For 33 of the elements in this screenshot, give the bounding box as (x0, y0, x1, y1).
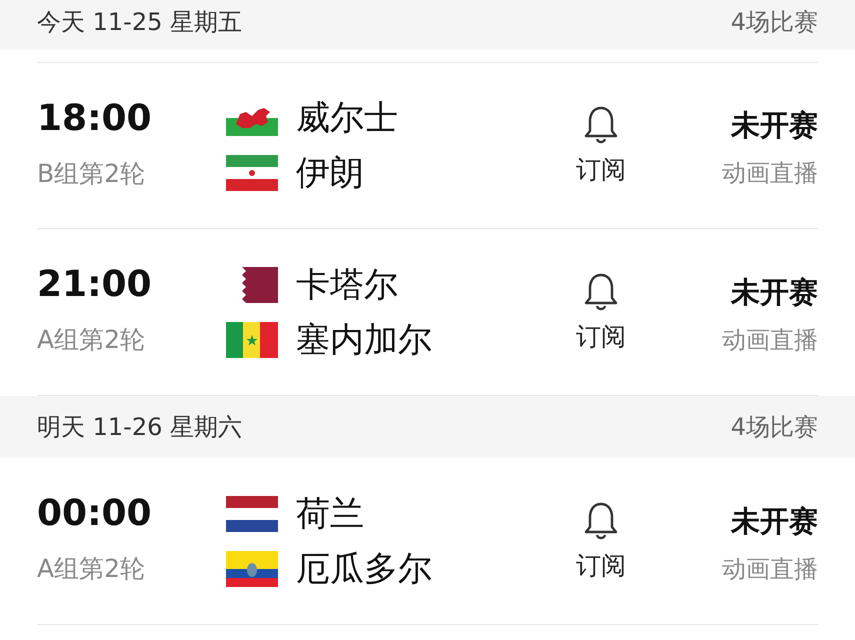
match-status: 未开赛 (731, 502, 818, 540)
day-title: 今天 11-25 星期五 (37, 7, 242, 38)
broadcast-link[interactable]: 动画直播 (722, 548, 818, 588)
crest-flag-icon (226, 550, 278, 586)
team-name: 荷兰 (296, 492, 364, 536)
broadcast-link[interactable]: 动画直播 (722, 320, 818, 360)
match-time: 00:00 (37, 492, 153, 536)
bell-icon[interactable] (583, 105, 619, 145)
match-round: A组第2轮 (37, 324, 146, 356)
match-time: 18:00 (37, 96, 153, 140)
bell-icon[interactable] (583, 272, 619, 312)
match-count: 4场比赛 (730, 412, 818, 443)
bell-icon[interactable] (583, 500, 619, 540)
subscribe-label[interactable]: 订阅 (576, 320, 626, 352)
flag-icon (226, 266, 278, 302)
flag-icon (226, 322, 278, 358)
broadcast-link[interactable]: 动画直播 (722, 153, 818, 193)
match-round: A组第2轮 (37, 553, 146, 585)
match-count: 4场比赛 (730, 7, 818, 38)
team-name: 伊朗 (296, 152, 364, 195)
match-status: 未开赛 (731, 107, 818, 144)
emblem-flag-icon (226, 155, 278, 191)
match-time: 21:00 (37, 263, 153, 307)
team-name: 塞内加尔 (296, 318, 432, 362)
team-name: 卡塔尔 (296, 264, 398, 306)
team-name: 厄瓜多尔 (296, 548, 432, 590)
team-name: 威尔士 (296, 97, 398, 140)
day-title: 明天 11-26 星期六 (37, 412, 242, 443)
subscribe-label[interactable]: 订阅 (576, 548, 626, 582)
match-status: 未开赛 (731, 274, 818, 310)
match-round: B组第2轮 (37, 158, 146, 190)
flag-icon (226, 496, 278, 532)
subscribe-label[interactable]: 订阅 (576, 153, 626, 186)
